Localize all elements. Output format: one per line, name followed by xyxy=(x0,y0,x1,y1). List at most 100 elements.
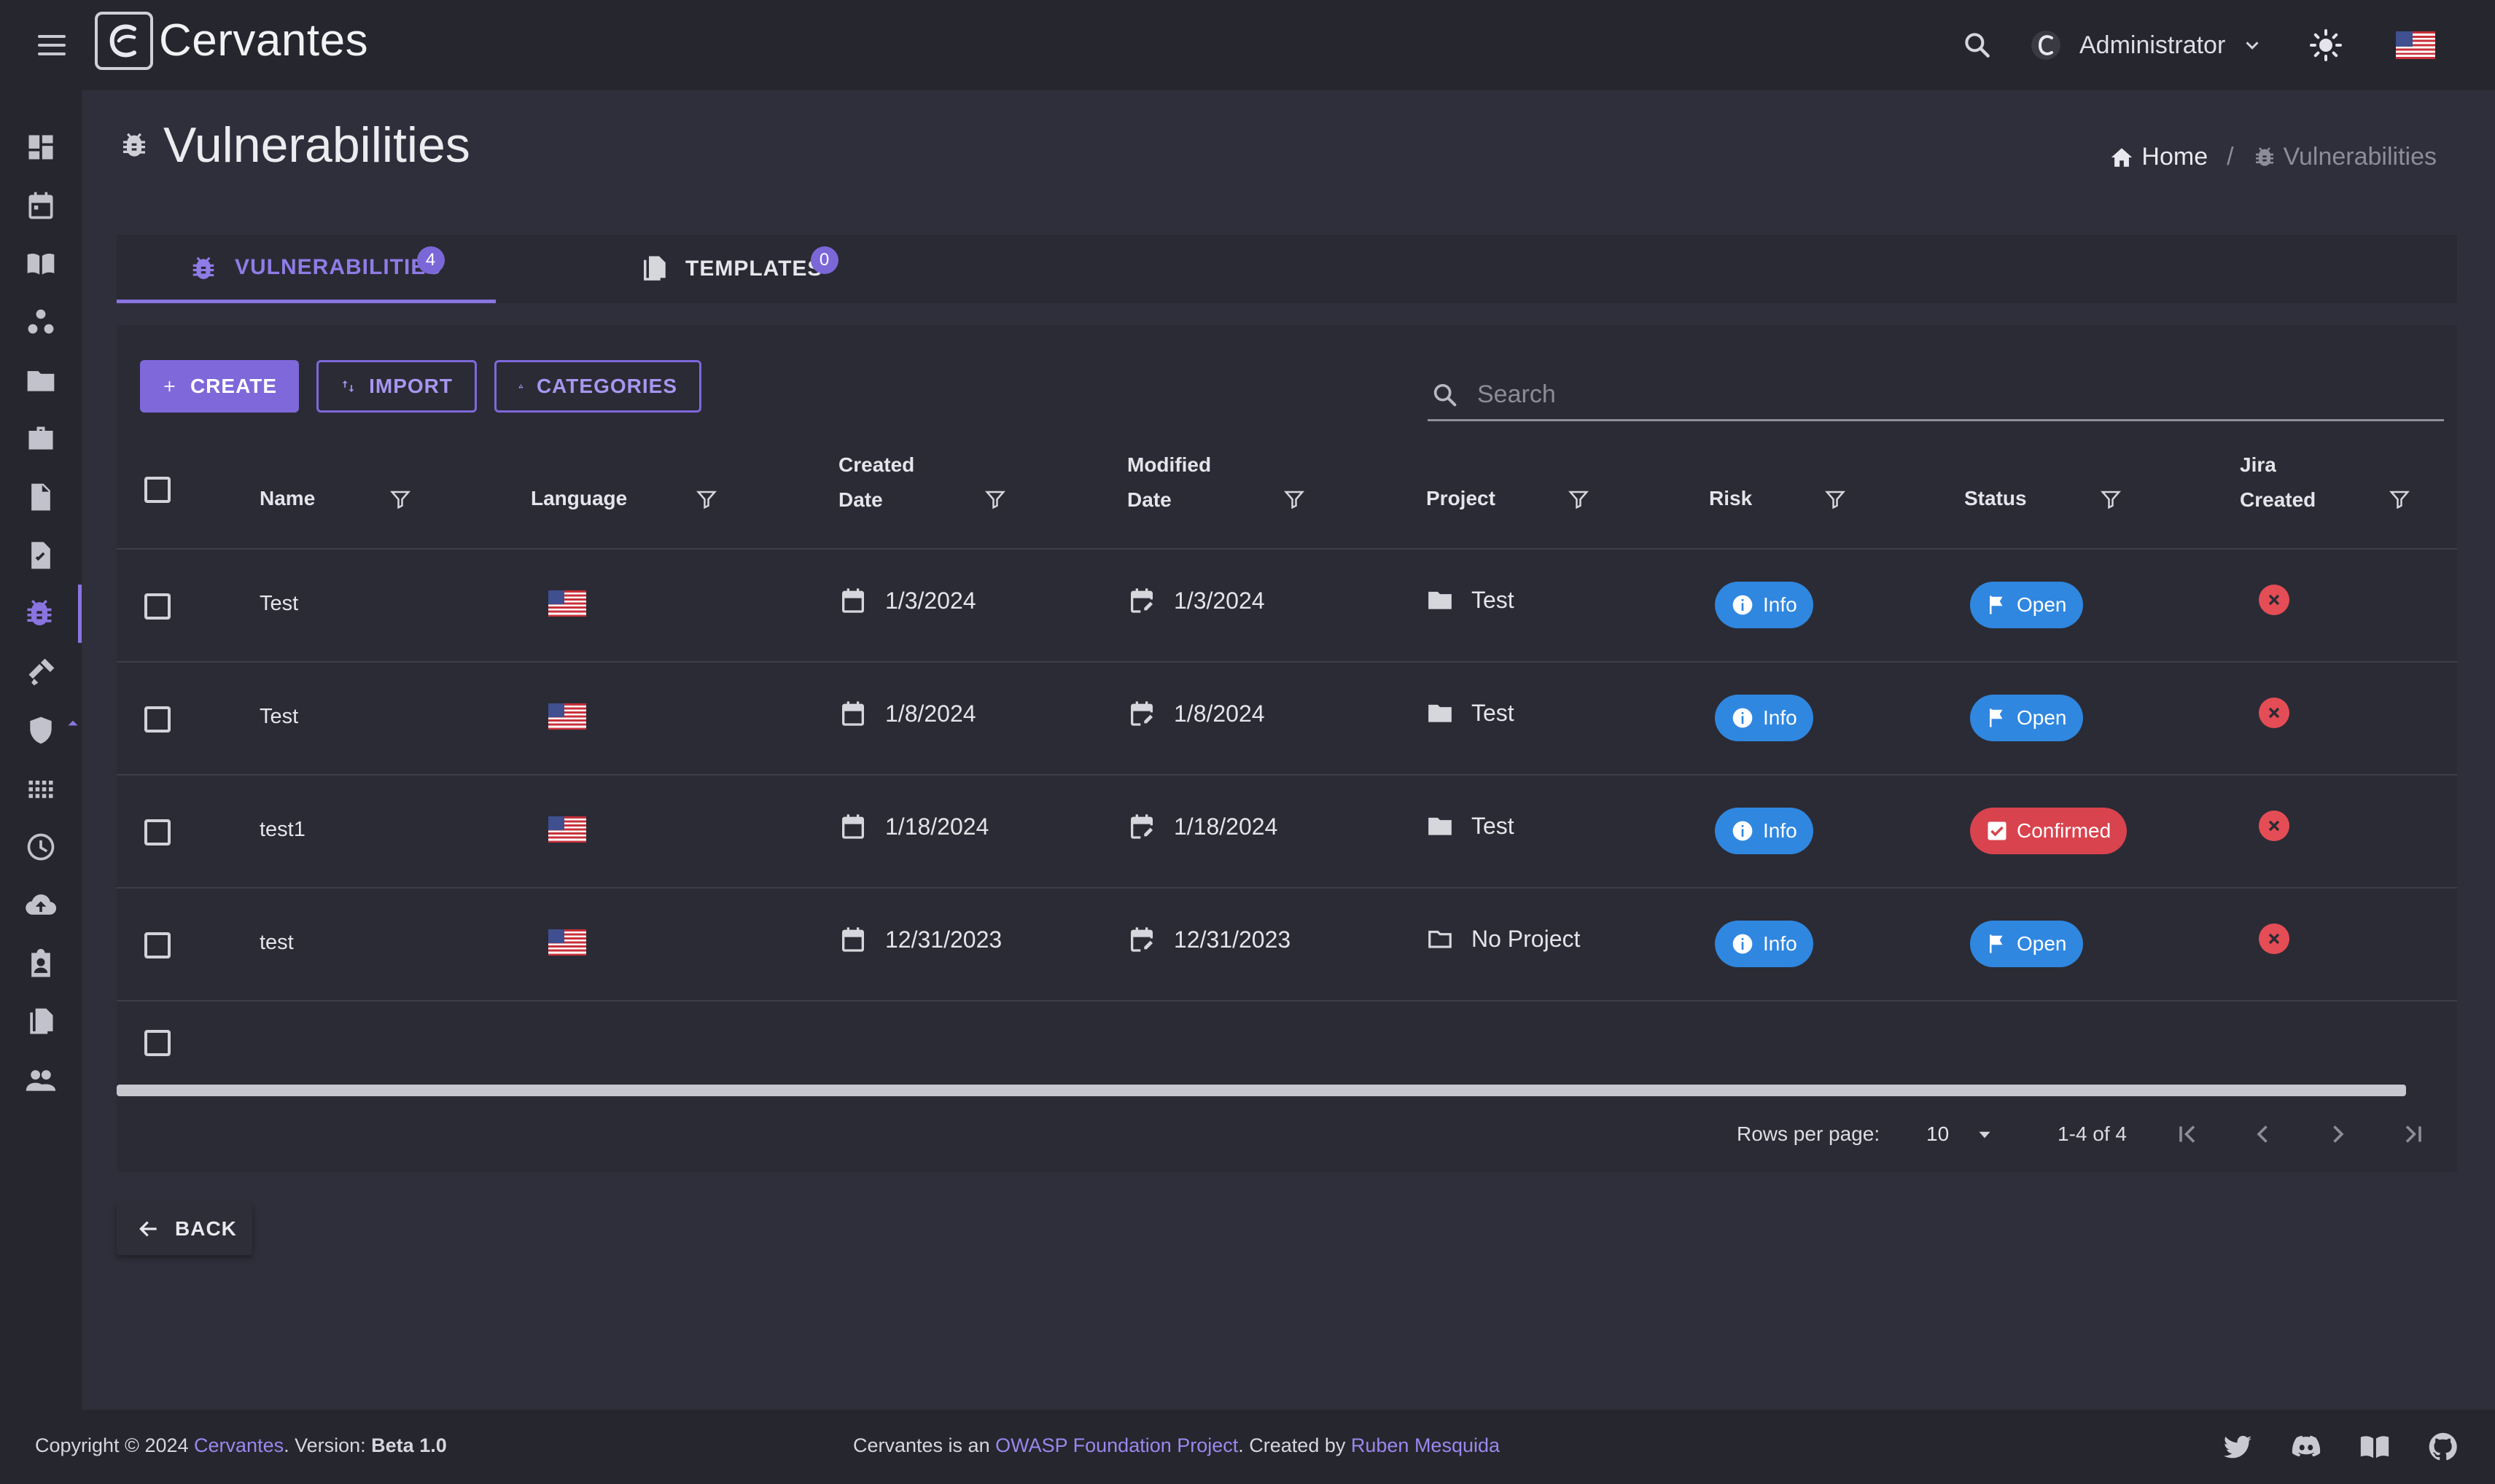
filter-icon[interactable] xyxy=(1568,488,1589,510)
copy-icon xyxy=(30,1008,53,1034)
categories-button[interactable]: CATEGORIES xyxy=(494,360,701,413)
flag-icon xyxy=(1990,934,2003,953)
import-button[interactable]: IMPORT xyxy=(316,360,477,413)
search-input[interactable] xyxy=(1477,380,2352,409)
twitter-icon[interactable] xyxy=(2221,1430,2254,1464)
column-header-jira-line1[interactable]: Jira xyxy=(2240,448,2276,483)
owasp-link[interactable]: OWASP Foundation Project xyxy=(995,1434,1238,1456)
row-checkbox[interactable] xyxy=(144,819,171,846)
caret-down-icon xyxy=(1979,1131,1990,1139)
last-page-icon[interactable] xyxy=(2400,1121,2426,1147)
sidebar-item-apps[interactable] xyxy=(0,759,82,818)
row-checkbox[interactable] xyxy=(144,593,171,620)
column-header-name[interactable]: Name xyxy=(260,481,315,516)
table-row[interactable]: test1 1/18/2024 1/18/2024 Test Info Conf… xyxy=(117,776,2457,889)
row-checkbox[interactable] xyxy=(144,706,171,733)
breadcrumb-home[interactable]: Home xyxy=(2109,143,2208,171)
rows-per-page-select[interactable]: 10 xyxy=(1926,1118,2014,1150)
calendar-icon xyxy=(842,701,864,726)
author-link[interactable]: Ruben Mesquida xyxy=(1351,1434,1500,1456)
theme-toggle-icon[interactable] xyxy=(2308,0,2343,90)
discord-icon[interactable] xyxy=(2289,1430,2323,1464)
user-menu[interactable]: Administrator xyxy=(2028,0,2263,90)
menu-icon[interactable] xyxy=(35,29,69,61)
risk-chip: Info xyxy=(1715,695,1813,741)
column-header-jira-line2[interactable]: Created xyxy=(2240,483,2316,518)
calendar-icon xyxy=(28,192,53,219)
sidebar-item-upload[interactable] xyxy=(0,876,82,934)
column-header-language[interactable]: Language xyxy=(531,481,627,516)
sidebar-item-history[interactable] xyxy=(0,818,82,876)
table-row[interactable]: test 12/31/2023 12/31/2023 No Project In… xyxy=(117,889,2457,1001)
row-name: test xyxy=(260,931,294,954)
sidebar-item-tools[interactable] xyxy=(0,643,82,701)
sidebar-item-calendar[interactable] xyxy=(0,176,82,235)
first-page-icon[interactable] xyxy=(2174,1121,2200,1147)
calendar-edit-icon xyxy=(1131,701,1153,726)
previous-page-icon[interactable] xyxy=(2250,1121,2276,1147)
column-header-created-date-line2[interactable]: Date xyxy=(838,483,883,518)
hammer-icon xyxy=(28,658,55,686)
row-checkbox[interactable] xyxy=(144,1030,171,1056)
book-icon[interactable] xyxy=(2358,1430,2391,1464)
calendar-icon xyxy=(842,927,864,952)
row-modified-date: 1/8/2024 xyxy=(1127,699,1265,728)
column-header-modified-date-line1[interactable]: Modified xyxy=(1127,448,1211,483)
filter-icon[interactable] xyxy=(1824,488,1846,510)
sidebar-item-tasks[interactable] xyxy=(0,526,82,585)
sidebar-item-documents[interactable] xyxy=(0,468,82,526)
sidebar-item-docs[interactable] xyxy=(0,235,82,293)
briefcase-icon xyxy=(28,426,53,450)
column-header-project[interactable]: Project xyxy=(1426,481,1495,516)
filter-icon[interactable] xyxy=(696,488,717,510)
sidebar-item-security[interactable] xyxy=(0,701,82,759)
tab-templates[interactable]: TEMPLATES 0 xyxy=(522,235,857,303)
risk-chip: Info xyxy=(1715,808,1813,854)
column-header-risk[interactable]: Risk xyxy=(1709,481,1752,516)
sidebar-item-projects[interactable] xyxy=(0,351,82,410)
pagination: Rows per page: 10 1-4 of 4 xyxy=(117,1108,2457,1160)
risk-value: Info xyxy=(1763,932,1797,955)
filter-icon[interactable] xyxy=(389,488,411,510)
flag-icon xyxy=(1990,708,2003,727)
github-icon[interactable] xyxy=(2426,1430,2460,1464)
search-icon[interactable] xyxy=(1961,0,1993,90)
create-button[interactable]: CREATE xyxy=(140,360,299,413)
sidebar-item-vulnerabilities[interactable] xyxy=(0,585,82,643)
filter-icon[interactable] xyxy=(2100,488,2122,510)
sidebar-item-templates[interactable] xyxy=(0,993,82,1051)
language-flag-icon[interactable] xyxy=(2396,0,2435,90)
next-page-icon[interactable] xyxy=(2324,1121,2351,1147)
badge-icon xyxy=(31,948,50,977)
column-header-modified-date-line2[interactable]: Date xyxy=(1127,483,1172,518)
table-row[interactable]: Test 1/8/2024 1/8/2024 Test Info Open xyxy=(117,663,2457,776)
modified-date-value: 1/8/2024 xyxy=(1174,700,1265,727)
table-row[interactable]: Test 1/3/2024 1/3/2024 Test Info Open xyxy=(117,550,2457,663)
tab-templates-badge: 0 xyxy=(811,246,838,274)
select-all-checkbox[interactable] xyxy=(144,477,171,503)
column-header-created-date-line1[interactable]: Created xyxy=(838,448,914,483)
jira-not-created-icon xyxy=(2259,585,2289,615)
horizontal-scrollbar[interactable] xyxy=(117,1085,2406,1096)
app-brand[interactable]: Cervantes xyxy=(159,15,368,66)
row-checkbox[interactable] xyxy=(144,932,171,958)
sidebar-item-reports[interactable] xyxy=(0,934,82,993)
created-date-value: 1/18/2024 xyxy=(885,813,989,840)
column-header-status[interactable]: Status xyxy=(1964,481,2027,516)
bug-icon xyxy=(27,599,51,626)
risk-chip: Info xyxy=(1715,582,1813,628)
modified-date-value: 1/3/2024 xyxy=(1174,587,1265,614)
sidebar-item-clients[interactable] xyxy=(0,293,82,351)
sidebar-item-dashboard[interactable] xyxy=(0,118,82,176)
sidebar-item-portfolio[interactable] xyxy=(0,410,82,468)
filter-icon[interactable] xyxy=(1283,488,1305,510)
sidebar-item-users[interactable] xyxy=(0,1051,82,1109)
breadcrumb-home-label: Home xyxy=(2141,143,2208,171)
tab-vulnerabilities[interactable]: VULNERABILITIES 4 xyxy=(117,235,496,303)
row-name: Test xyxy=(260,705,299,728)
back-button[interactable]: BACK xyxy=(117,1203,252,1255)
filter-icon[interactable] xyxy=(984,488,1006,510)
search-field[interactable] xyxy=(1428,370,2444,421)
filter-icon[interactable] xyxy=(2389,488,2410,510)
footer-brand-link[interactable]: Cervantes xyxy=(194,1434,284,1456)
